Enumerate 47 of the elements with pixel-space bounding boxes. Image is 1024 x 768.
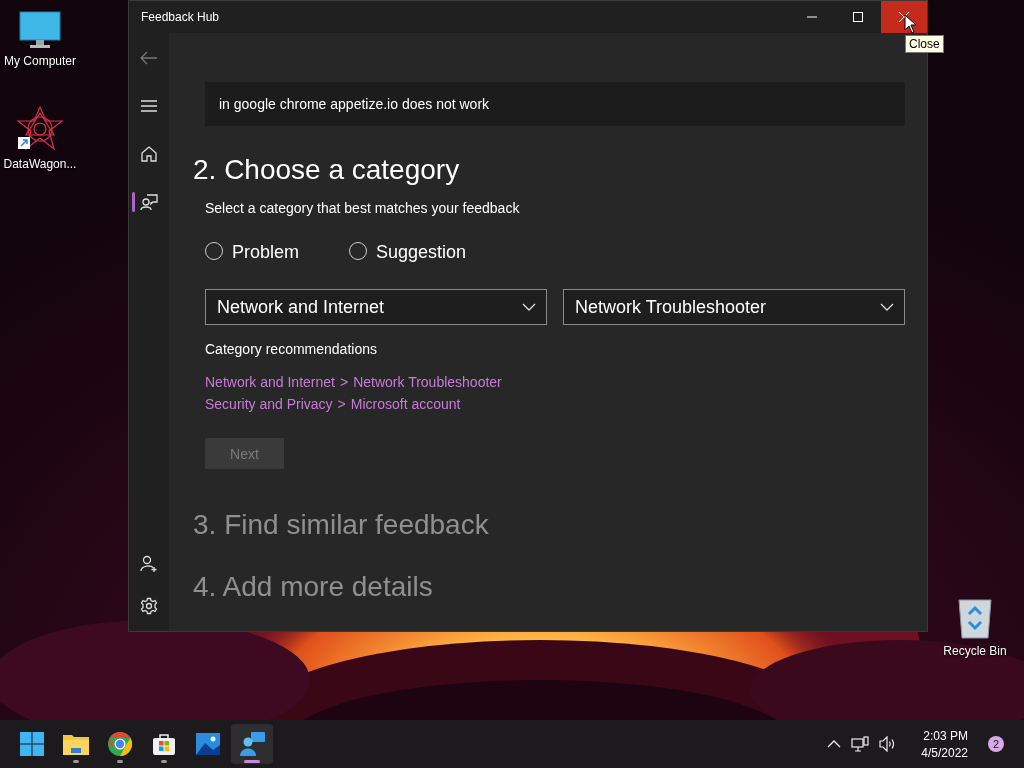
separator-text: > bbox=[337, 396, 346, 412]
window-title: Feedback Hub bbox=[140, 10, 221, 24]
chevron-up-icon[interactable] bbox=[827, 740, 842, 748]
star-logo-icon bbox=[16, 105, 64, 153]
desktop-icon-label[interactable]: Recycle Bin bbox=[943, 644, 1007, 658]
separator-text: > bbox=[339, 374, 349, 390]
network-icon[interactable] bbox=[851, 736, 870, 752]
close-icon bbox=[899, 12, 909, 22]
feedback-hub-icon bbox=[239, 732, 265, 756]
tooltip: Close bbox=[905, 35, 944, 53]
monitor-icon bbox=[18, 10, 62, 50]
settings-icon bbox=[140, 597, 158, 615]
add-user-icon bbox=[140, 555, 158, 573]
browser-icon bbox=[108, 732, 132, 756]
section-heading: 2. Choose a category bbox=[193, 154, 461, 186]
recycle-bin-icon bbox=[955, 596, 995, 640]
feedback-icon bbox=[140, 193, 158, 211]
chevron-down-icon bbox=[522, 303, 536, 311]
category-link[interactable]: Security and Privacy bbox=[205, 396, 333, 412]
cursor-icon bbox=[904, 14, 916, 34]
category-dropdown[interactable]: Network Troubleshooter bbox=[563, 289, 905, 325]
taskbar-app[interactable] bbox=[231, 724, 273, 764]
photos-icon bbox=[196, 733, 220, 755]
clock[interactable]: 2:03 PM 4/5/2022 bbox=[921, 728, 968, 760]
chevron-down-icon bbox=[880, 303, 894, 311]
category-link[interactable]: Network and Internet bbox=[205, 374, 335, 390]
notification-badge[interactable]: 2 bbox=[988, 736, 1004, 752]
summary-field[interactable]: in google chrome appetize.io does not work bbox=[205, 82, 905, 126]
menu-icon bbox=[141, 100, 157, 112]
radio-option[interactable]: Problem bbox=[205, 242, 300, 263]
windows-logo-icon bbox=[20, 732, 44, 756]
recommendations-label: Category recommendations bbox=[205, 341, 378, 357]
radio-option[interactable]: Suggestion bbox=[349, 242, 467, 263]
step-heading: 3. Find similar feedback bbox=[193, 509, 490, 541]
desktop-icon-label[interactable]: DataWagon... bbox=[3, 157, 77, 171]
desktop-icon-label[interactable]: My Computer bbox=[4, 54, 76, 68]
category-dropdown[interactable]: Network and Internet bbox=[205, 289, 547, 325]
store-bag-icon bbox=[152, 732, 176, 756]
step-heading: 4. Add more details bbox=[193, 571, 434, 603]
maximize-icon bbox=[853, 12, 863, 22]
close-button[interactable] bbox=[881, 1, 927, 33]
subcategory-link[interactable]: Microsoft account bbox=[350, 396, 461, 412]
home-icon bbox=[140, 145, 158, 163]
instruction-text: Select a category that best matches your feedback bbox=[205, 200, 521, 216]
back-arrow-icon bbox=[140, 51, 158, 65]
subcategory-link[interactable]: Network Troubleshooter bbox=[353, 374, 502, 390]
folder-icon bbox=[63, 733, 89, 755]
